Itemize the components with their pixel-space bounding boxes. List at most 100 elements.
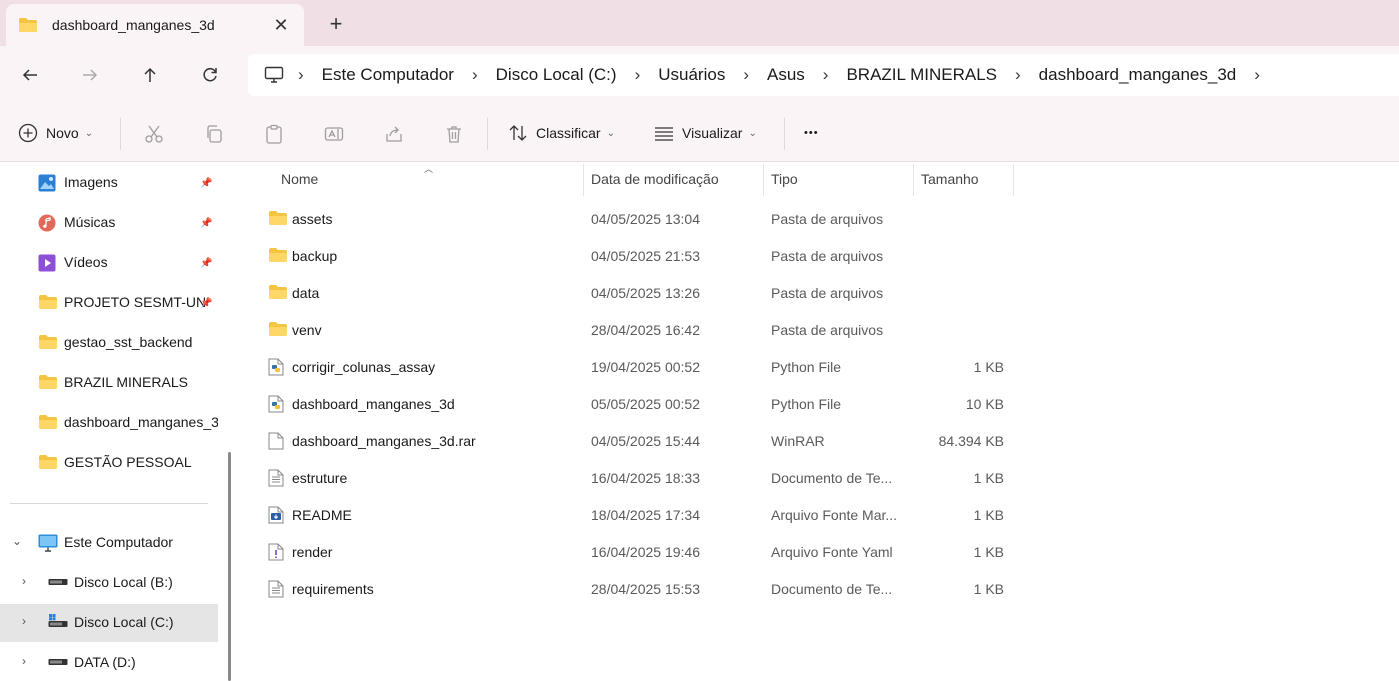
images-icon: [38, 174, 56, 192]
pin-icon: 📌: [200, 218, 213, 229]
folder-icon: [269, 248, 287, 262]
chevron-right-icon[interactable]: ›: [22, 614, 26, 628]
sidebar-scrollbar[interactable]: [228, 452, 231, 681]
file-type: Arquivo Fonte Mar...: [771, 507, 898, 523]
up-button[interactable]: [136, 62, 164, 88]
python-file-icon: [268, 358, 284, 376]
column-header-type[interactable]: Tipo: [771, 162, 798, 196]
sort-button[interactable]: Classificar ⌄: [508, 104, 615, 162]
folder-icon: [39, 415, 57, 429]
file-row-data[interactable]: data 04/05/2025 13:26 Pasta de arquivos: [240, 275, 1020, 312]
divider: [487, 118, 488, 150]
file-type: Documento de Te...: [771, 470, 893, 486]
folder-icon: [39, 335, 57, 349]
chevron-right-icon[interactable]: ›: [1250, 65, 1264, 85]
address-bar[interactable]: › Este Computador › Disco Local (C:) › U…: [248, 54, 1399, 96]
share-button[interactable]: [383, 123, 405, 145]
breadcrumb-este-computador[interactable]: Este Computador: [308, 65, 468, 85]
file-name: backup: [292, 248, 338, 264]
breadcrumb-disco-local-c[interactable]: Disco Local (C:): [482, 65, 631, 85]
pin-icon: 📌: [200, 178, 213, 189]
sidebar-item-musicas[interactable]: Músicas 📌: [0, 204, 218, 242]
file-row-render[interactable]: render 16/04/2025 19:46 Arquivo Fonte Ya…: [240, 534, 1020, 571]
file-row-assets[interactable]: assets 04/05/2025 13:04 Pasta de arquivo…: [240, 201, 1020, 238]
file-date: 28/04/2025 15:53: [591, 581, 700, 597]
windows-drive-icon: [48, 614, 68, 627]
python-file-icon: [268, 395, 284, 413]
file-date: 16/04/2025 19:46: [591, 544, 700, 560]
tab-dashboard-manganes-3d[interactable]: dashboard_manganes_3d ✕: [6, 4, 304, 46]
view-button[interactable]: Visualizar ⌄: [654, 104, 757, 162]
new-tab-button[interactable]: +: [322, 11, 350, 36]
file-row-readme[interactable]: README 18/04/2025 17:34 Arquivo Fonte Ma…: [240, 497, 1020, 534]
divider: [120, 118, 121, 150]
delete-button[interactable]: [443, 123, 465, 145]
trash-icon: [447, 126, 461, 143]
column-header-size[interactable]: Tamanho: [921, 162, 979, 196]
forward-button[interactable]: [76, 62, 104, 88]
file-date: 18/04/2025 17:34: [591, 507, 700, 523]
drive-icon: [48, 579, 68, 585]
sidebar-item-brazil-minerals[interactable]: BRAZIL MINERALS: [0, 364, 218, 402]
sidebar-item-projeto-sesmt[interactable]: PROJETO SESMT-UN 📌: [0, 284, 218, 322]
sidebar-item-dashboard-manganes[interactable]: dashboard_manganes_3: [0, 404, 218, 442]
cut-button[interactable]: [143, 123, 165, 145]
breadcrumb-usuarios[interactable]: Usuários: [644, 65, 739, 85]
breadcrumb-brazil-minerals[interactable]: BRAZIL MINERALS: [832, 65, 1011, 85]
column-header-name[interactable]: Nome: [281, 162, 318, 196]
breadcrumb-asus[interactable]: Asus: [753, 65, 819, 85]
column-divider[interactable]: [1013, 164, 1014, 196]
rename-button[interactable]: [323, 123, 345, 145]
chevron-right-icon[interactable]: ›: [739, 65, 753, 85]
copy-button[interactable]: [203, 123, 225, 145]
sidebar-item-label: GESTÃO PESSOAL: [64, 454, 192, 470]
file-row-backup[interactable]: backup 04/05/2025 21:53 Pasta de arquivo…: [240, 238, 1020, 275]
column-divider[interactable]: [763, 164, 764, 196]
more-options-button[interactable]: •••: [804, 104, 819, 162]
tab-bar: dashboard_manganes_3d ✕ +: [0, 0, 1399, 46]
file-row-requirements[interactable]: requirements 28/04/2025 15:53 Documento …: [240, 571, 1020, 608]
file-date: 19/04/2025 00:52: [591, 359, 700, 375]
file-name: dashboard_manganes_3d.rar: [292, 433, 476, 449]
chevron-down-icon[interactable]: ⌄: [12, 534, 22, 548]
column-divider[interactable]: [913, 164, 914, 196]
chevron-right-icon[interactable]: ›: [631, 65, 645, 85]
chevron-right-icon[interactable]: ›: [22, 574, 26, 588]
file-row-venv[interactable]: venv 28/04/2025 16:42 Pasta de arquivos: [240, 312, 1020, 349]
sidebar-item-disco-local-c[interactable]: › Disco Local (C:): [0, 604, 218, 642]
sidebar-item-este-computador[interactable]: ⌄ Este Computador: [0, 524, 218, 562]
videos-icon: [38, 254, 56, 272]
new-label: Novo: [46, 125, 79, 141]
breadcrumb-dashboard-manganes-3d[interactable]: dashboard_manganes_3d: [1025, 65, 1251, 85]
chevron-right-icon[interactable]: ›: [1011, 65, 1025, 85]
sort-ascending-icon: ︿: [424, 164, 434, 174]
sidebar-item-disco-local-b[interactable]: › Disco Local (B:): [0, 564, 218, 602]
chevron-right-icon[interactable]: ›: [22, 654, 26, 668]
refresh-button[interactable]: [196, 62, 224, 88]
blank-file-icon: [268, 432, 284, 450]
paste-button[interactable]: [263, 123, 285, 145]
file-row-corrigir-colunas-assay[interactable]: corrigir_colunas_assay 19/04/2025 00:52 …: [240, 349, 1020, 386]
back-button[interactable]: [16, 62, 44, 88]
new-button[interactable]: Novo ⌄: [18, 104, 93, 162]
file-name: assets: [292, 211, 333, 227]
column-header-date[interactable]: Data de modificação: [591, 162, 719, 196]
close-tab-button[interactable]: ✕: [270, 14, 292, 36]
file-row-estruture[interactable]: estruture 16/04/2025 18:33 Documento de …: [240, 460, 1020, 497]
column-divider[interactable]: [583, 164, 584, 196]
sidebar-item-videos[interactable]: Vídeos 📌: [0, 244, 218, 282]
file-row-dashboard-manganes-3d-rar[interactable]: dashboard_manganes_3d.rar 04/05/2025 15:…: [240, 423, 1020, 460]
file-date: 04/05/2025 21:53: [591, 248, 700, 264]
sidebar-item-gestao-sst-backend[interactable]: gestao_sst_backend: [0, 324, 218, 362]
chevron-right-icon[interactable]: ›: [819, 65, 833, 85]
file-row-dashboard-manganes-3d-py[interactable]: dashboard_manganes_3d 05/05/2025 00:52 P…: [240, 386, 1020, 423]
file-name: data: [292, 285, 320, 301]
file-type: WinRAR: [771, 433, 825, 449]
sidebar-item-imagens[interactable]: Imagens 📌: [0, 164, 218, 202]
sidebar-item-label: BRAZIL MINERALS: [64, 374, 188, 390]
chevron-right-icon[interactable]: ›: [468, 65, 482, 85]
chevron-right-icon[interactable]: ›: [294, 65, 308, 85]
sidebar-item-gestao-pessoal[interactable]: GESTÃO PESSOAL: [0, 444, 218, 482]
sidebar-item-data-d[interactable]: › DATA (D:): [0, 644, 218, 681]
rename-icon: [324, 127, 344, 141]
